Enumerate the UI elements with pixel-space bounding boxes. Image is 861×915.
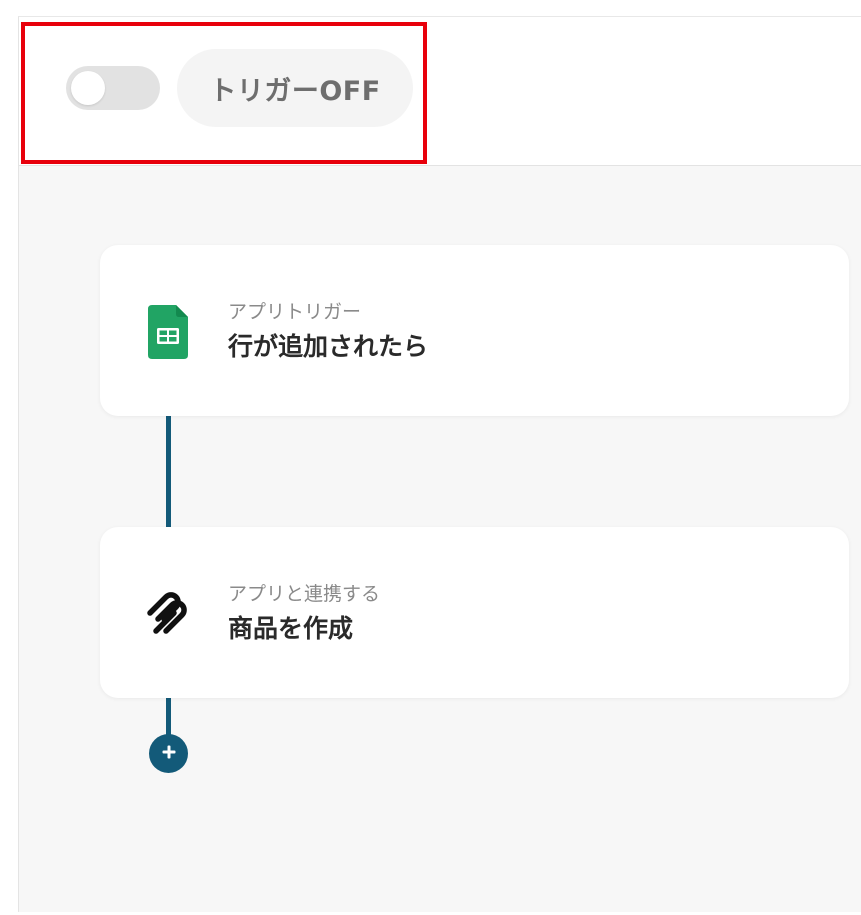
toggle-knob (71, 71, 105, 105)
google-sheets-icon (146, 305, 190, 359)
step-type-label: アプリと連携する (228, 583, 381, 605)
flow-connector (166, 416, 171, 528)
step-title: 行が追加されたら (228, 332, 429, 361)
step-card-action[interactable]: アプリと連携する 商品を作成 (100, 527, 849, 698)
trigger-toggle[interactable] (66, 66, 160, 110)
workflow-editor (18, 16, 861, 912)
trigger-status-label: トリガーOFF (177, 49, 413, 127)
plus-icon (161, 744, 177, 764)
squarespace-icon (142, 587, 196, 641)
flow-connector (166, 698, 171, 736)
add-step-button[interactable] (149, 734, 188, 773)
step-card-trigger[interactable]: アプリトリガー 行が追加されたら (100, 245, 849, 416)
step-title: 商品を作成 (228, 614, 354, 643)
step-type-label: アプリトリガー (228, 301, 362, 323)
